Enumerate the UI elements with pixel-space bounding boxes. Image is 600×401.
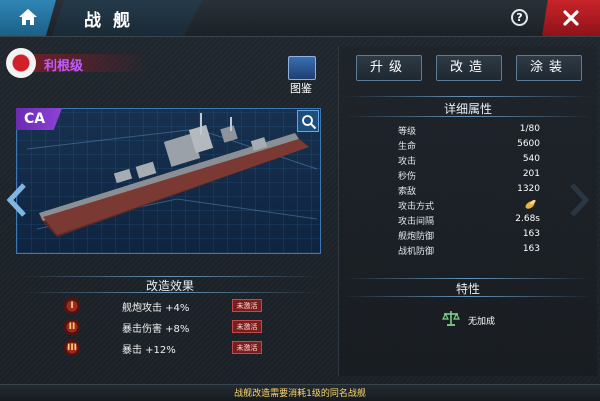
codex-button[interactable]: 图鉴 <box>286 56 318 96</box>
traits-heading: 特性 <box>455 282 480 296</box>
scale-icon <box>442 311 460 326</box>
stat-label: 秒伤 <box>398 172 417 182</box>
book-icon <box>288 56 316 80</box>
ship-illustration <box>26 113 318 237</box>
stat-value: 163 <box>522 229 540 239</box>
japan-flag-icon <box>6 48 36 78</box>
rank-badge-icon: III <box>64 340 80 356</box>
stat-value: 163 <box>522 244 540 254</box>
stat-label: 攻击方式 <box>398 202 435 212</box>
details-heading: 详细属性 <box>443 102 492 116</box>
close-icon <box>563 10 579 26</box>
paint-button[interactable]: 涂装 <box>516 55 582 81</box>
modification-row: II 暴击伤害 +8% 未激活 <box>64 319 274 337</box>
magnifier-icon <box>302 115 317 130</box>
inactive-badge: 未激活 <box>232 341 262 354</box>
close-button[interactable] <box>542 0 600 36</box>
stat-value: 201 <box>522 169 540 179</box>
stat-label: 攻击间隔 <box>398 217 435 227</box>
upgrade-button[interactable]: 升级 <box>356 55 422 81</box>
modification-text: 暴击 +12% <box>122 345 176 356</box>
stat-label: 等级 <box>398 127 417 137</box>
stat-label: 攻击 <box>398 157 417 167</box>
inactive-badge: 未激活 <box>232 299 262 312</box>
home-icon <box>19 9 37 25</box>
rank-badge-icon: I <box>64 298 80 314</box>
modification-row: III 暴击 +12% 未激活 <box>64 340 274 358</box>
stat-label: 索敌 <box>398 187 417 197</box>
stat-value: 5600 <box>517 139 540 149</box>
divider <box>344 278 592 279</box>
codex-label: 图鉴 <box>290 82 312 95</box>
previous-ship-arrow-icon[interactable] <box>6 183 28 217</box>
modification-text: 暴击伤害 +8% <box>122 324 190 335</box>
divider <box>20 292 320 293</box>
divider <box>344 296 592 297</box>
stat-value: 2.68s <box>515 214 540 224</box>
divider <box>344 116 592 117</box>
help-button[interactable]: ? <box>511 9 528 26</box>
stat-value: 1/80 <box>519 124 540 134</box>
stat-value: 1320 <box>517 184 540 194</box>
ship-class-text: CA <box>24 111 46 127</box>
zoom-button[interactable] <box>297 110 319 132</box>
stat-label: 战机防御 <box>398 247 435 257</box>
modification-text: 舰炮攻击 +4% <box>122 303 190 314</box>
modification-row: I 舰炮攻击 +4% 未激活 <box>64 298 274 316</box>
inactive-badge: 未激活 <box>232 320 262 333</box>
stat-value: 540 <box>522 154 540 164</box>
rank-badge-icon: II <box>64 319 80 335</box>
ship-name: 利根级 <box>44 59 84 74</box>
stat-label: 生命 <box>398 142 417 152</box>
shell-icon <box>525 199 536 209</box>
trait-text: 无加成 <box>468 317 496 327</box>
footer-text: 战舰改造需要消耗1级的同名战舰 <box>234 389 366 399</box>
stat-label: 舰炮防御 <box>398 232 435 242</box>
ship-preview <box>16 108 321 254</box>
page-title: 战舰 <box>84 11 142 31</box>
divider <box>344 96 592 97</box>
modify-button[interactable]: 改造 <box>436 55 502 81</box>
